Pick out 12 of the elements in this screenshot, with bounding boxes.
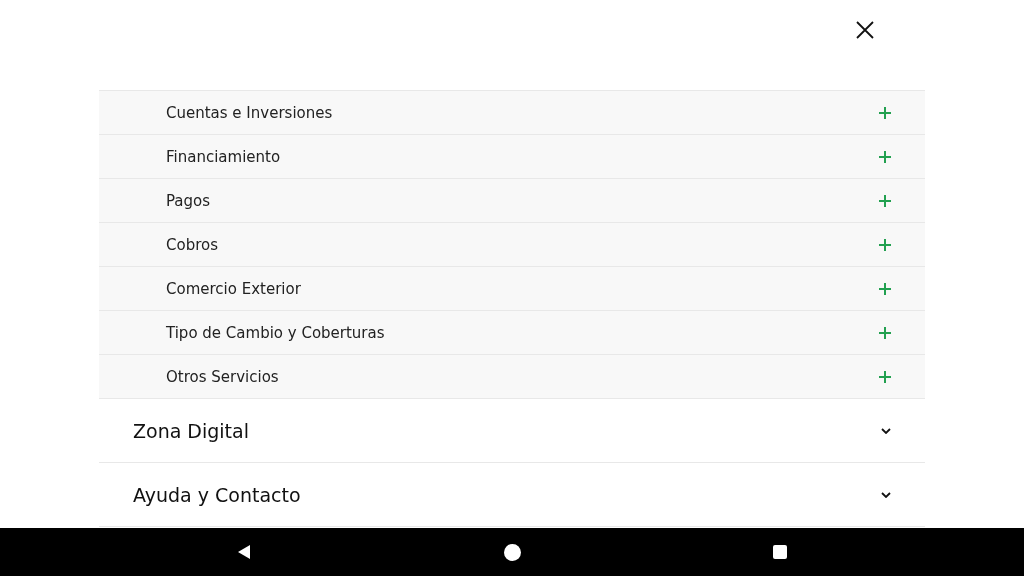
menu-section[interactable]: Ayuda y Contacto (99, 463, 925, 527)
close-icon (856, 21, 874, 39)
submenu-item[interactable]: Otros Servicios (99, 355, 925, 399)
home-button[interactable] (502, 542, 522, 562)
submenu-item[interactable]: Cuentas e Inversiones (99, 91, 925, 135)
submenu-item[interactable]: Cobros (99, 223, 925, 267)
recents-button[interactable] (770, 542, 790, 562)
submenu-item[interactable]: Pagos (99, 179, 925, 223)
submenu-item[interactable]: Financiamiento (99, 135, 925, 179)
menu-section[interactable]: Zona Digital (99, 399, 925, 463)
submenu-item[interactable]: Comercio Exterior (99, 267, 925, 311)
submenu-item[interactable]: Tipo de Cambio y Coberturas (99, 311, 925, 355)
